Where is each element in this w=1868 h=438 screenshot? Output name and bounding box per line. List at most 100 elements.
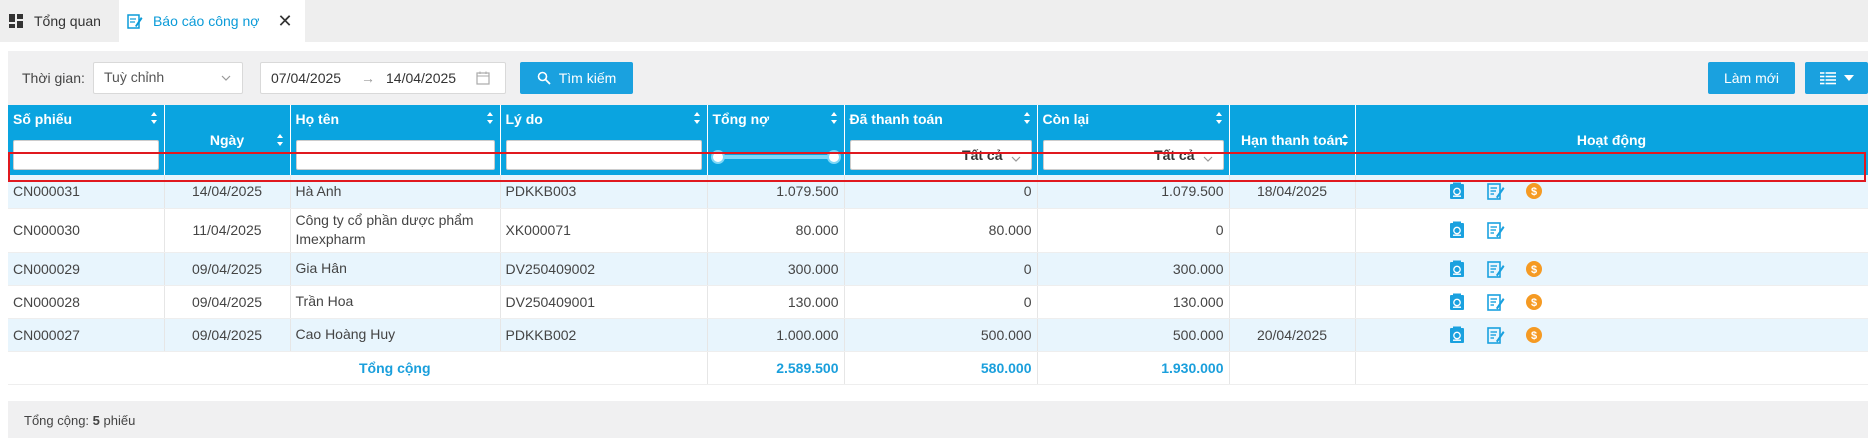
edit-icon[interactable] bbox=[1486, 182, 1505, 201]
cell-ho-ten: Cao Hoàng Huy bbox=[290, 318, 501, 352]
report-panel: Thời gian: Tuỳ chỉnh 07/04/2025 → 14/04/… bbox=[8, 51, 1868, 438]
debt-table: Số phiếu Ngày Họ tên Lý do Tổng nợ Đã th… bbox=[8, 105, 1868, 385]
cell-da-thanh-toan: 500.000 bbox=[844, 318, 1038, 352]
filter-bar: Thời gian: Tuỳ chỉnh 07/04/2025 → 14/04/… bbox=[8, 51, 1868, 105]
svg-text:$: $ bbox=[1530, 264, 1536, 276]
total-da-thanh-toan: 580.000 bbox=[844, 351, 1038, 385]
cell-ho-ten: Công ty cổ phần dược phẩm Imexpharm bbox=[290, 208, 501, 253]
view-receipt-icon[interactable] bbox=[1449, 221, 1467, 239]
cell-ly-do: PDKKB003 bbox=[500, 175, 708, 209]
table-row[interactable]: CN000031 14/04/2025 Hà Anh PDKKB003 1.079.50… bbox=[8, 175, 1868, 209]
edit-icon[interactable] bbox=[1486, 260, 1505, 278]
filter-da-thanh-toan-select[interactable]: Tất cả bbox=[849, 140, 1032, 170]
payment-icon[interactable]: $ bbox=[1525, 260, 1543, 278]
date-to[interactable]: 14/04/2025 bbox=[386, 70, 456, 86]
search-label: Tìm kiếm bbox=[558, 70, 617, 86]
edit-icon[interactable] bbox=[1486, 293, 1505, 311]
col-da-thanh-toan[interactable]: Đã thanh toán Tất cả bbox=[844, 105, 1038, 175]
cell-ly-do: DV250409002 bbox=[500, 252, 708, 286]
payment-icon[interactable]: $ bbox=[1525, 182, 1543, 200]
payment-icon[interactable]: $ bbox=[1525, 326, 1543, 344]
col-ly-do[interactable]: Lý do bbox=[500, 105, 708, 175]
filter-so-phieu-input[interactable] bbox=[13, 140, 159, 170]
cell-ho-ten: Gia Hân bbox=[290, 252, 501, 286]
tab-bar: Tổng quan Báo cáo công nợ ✕ bbox=[0, 0, 1868, 42]
date-from[interactable]: 07/04/2025 bbox=[271, 70, 341, 86]
date-range-picker[interactable]: 07/04/2025 → 14/04/2025 bbox=[260, 62, 506, 94]
edit-icon[interactable] bbox=[1486, 326, 1505, 344]
table-row[interactable]: CN000027 09/04/2025 Cao Hoàng Huy PDKKB002 1… bbox=[8, 318, 1868, 352]
table-footer: Tổng cộng: 5 phiếu bbox=[8, 401, 1868, 438]
view-receipt-icon[interactable] bbox=[1449, 182, 1467, 200]
cell-han-thanh-toan bbox=[1229, 208, 1356, 253]
tab-label: Báo cáo công nợ bbox=[152, 13, 260, 29]
cell-ly-do: DV250409001 bbox=[500, 285, 708, 319]
time-label: Thời gian: bbox=[22, 70, 85, 86]
sort-icon[interactable] bbox=[1341, 133, 1349, 147]
sort-icon[interactable] bbox=[1215, 111, 1223, 125]
cell-actions: $ bbox=[1355, 318, 1868, 352]
table-row[interactable]: CN000029 09/04/2025 Gia Hân DV250409002 300.… bbox=[8, 252, 1868, 286]
payment-icon[interactable]: $ bbox=[1525, 293, 1543, 311]
cell-so-phieu: CN000030 bbox=[8, 208, 165, 253]
total-empty bbox=[1355, 351, 1868, 385]
search-button[interactable]: Tìm kiếm bbox=[520, 62, 633, 94]
col-label: Hạn thanh toán bbox=[1241, 132, 1343, 148]
cell-han-thanh-toan bbox=[1229, 252, 1356, 286]
sort-icon[interactable] bbox=[1023, 111, 1031, 125]
cell-ly-do: XK000071 bbox=[500, 208, 708, 253]
chevron-down-icon bbox=[1011, 151, 1021, 162]
table-row[interactable]: CN000028 09/04/2025 Trần Hoa DV250409001 130… bbox=[8, 285, 1868, 319]
col-ngay[interactable]: Ngày bbox=[164, 105, 291, 175]
tab-debt-report[interactable]: Báo cáo công nợ ✕ bbox=[118, 0, 305, 42]
col-label: Hoạt động bbox=[1576, 132, 1647, 148]
sort-icon[interactable] bbox=[486, 111, 494, 125]
view-receipt-icon[interactable] bbox=[1449, 326, 1467, 344]
view-receipt-icon[interactable] bbox=[1449, 260, 1467, 278]
tab-overview[interactable]: Tổng quan bbox=[0, 0, 115, 42]
edit-icon[interactable] bbox=[1486, 221, 1505, 239]
cell-con-lai: 0 bbox=[1037, 208, 1230, 253]
sort-icon[interactable] bbox=[276, 133, 284, 147]
slider-handle-min[interactable] bbox=[710, 150, 725, 164]
filter-con-lai-select[interactable]: Tất cả bbox=[1042, 140, 1224, 170]
cell-ly-do: PDKKB002 bbox=[500, 318, 708, 352]
cell-da-thanh-toan: 0 bbox=[844, 252, 1038, 286]
period-value: Tuỳ chỉnh bbox=[104, 69, 165, 85]
view-receipt-icon[interactable] bbox=[1449, 293, 1467, 311]
action-group: $ bbox=[1361, 182, 1863, 201]
col-ho-ten[interactable]: Họ tên bbox=[290, 105, 501, 175]
col-so-phieu[interactable]: Số phiếu bbox=[8, 105, 165, 175]
cell-da-thanh-toan: 0 bbox=[844, 285, 1038, 319]
cell-ngay: 09/04/2025 bbox=[164, 318, 291, 352]
cell-so-phieu: CN000029 bbox=[8, 252, 165, 286]
col-label: Đã thanh toán bbox=[849, 111, 943, 127]
col-label: Tổng nợ bbox=[712, 111, 770, 127]
refresh-button[interactable]: Làm mới bbox=[1708, 62, 1795, 94]
svg-text:$: $ bbox=[1530, 330, 1536, 342]
filter-ly-do-input[interactable] bbox=[505, 140, 702, 170]
col-han-thanh-toan[interactable]: Hạn thanh toán bbox=[1229, 105, 1356, 175]
list-icon bbox=[1819, 71, 1836, 85]
filter-ho-ten-input[interactable] bbox=[295, 140, 495, 170]
period-select[interactable]: Tuỳ chỉnh bbox=[93, 62, 243, 94]
column-settings-button[interactable] bbox=[1805, 62, 1868, 94]
calendar-icon[interactable] bbox=[476, 71, 490, 88]
slider-handle-max[interactable] bbox=[826, 150, 841, 164]
close-icon[interactable]: ✕ bbox=[277, 12, 292, 30]
cell-con-lai: 500.000 bbox=[1037, 318, 1230, 352]
cell-ho-ten: Trần Hoa bbox=[290, 285, 501, 319]
sort-icon[interactable] bbox=[693, 111, 701, 125]
cell-han-thanh-toan: 20/04/2025 bbox=[1229, 318, 1356, 352]
col-hoat-dong: Hoạt động bbox=[1355, 105, 1868, 175]
cell-tong-no: 300.000 bbox=[707, 252, 845, 286]
chevron-down-icon bbox=[220, 71, 232, 83]
footer-count: 5 bbox=[92, 413, 100, 428]
range-slider[interactable] bbox=[710, 150, 841, 164]
table-row[interactable]: CN000030 11/04/2025 Công ty cổ phần dược p… bbox=[8, 208, 1868, 253]
sort-icon[interactable] bbox=[830, 111, 838, 125]
col-con-lai[interactable]: Còn lại Tất cả bbox=[1037, 105, 1230, 175]
col-tong-no[interactable]: Tổng nợ bbox=[707, 105, 845, 175]
sort-icon[interactable] bbox=[150, 111, 158, 125]
cell-ngay: 09/04/2025 bbox=[164, 285, 291, 319]
